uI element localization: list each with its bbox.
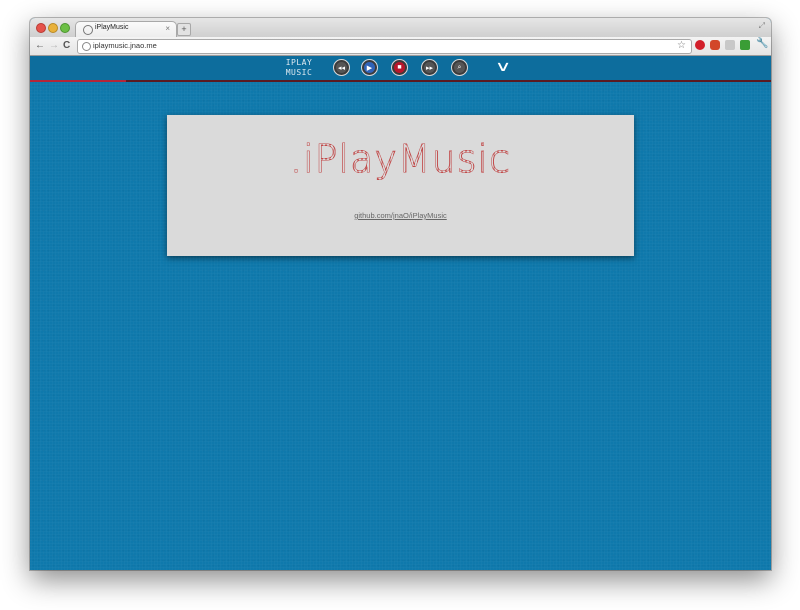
extension-icon[interactable] [725,40,735,50]
page-content: IPLAY MUSIC ◂◂ ▶ ■ ▸▸ ⌕ ∨ .iPlayMusic .i… [30,56,771,570]
close-window-button[interactable] [36,23,46,33]
play-icon: ▶ [366,64,373,72]
browser-window: iPlayMusic × + ⤢ ← → C iplaymusic.jnao.m… [30,18,771,570]
extension-icon[interactable] [740,40,750,50]
brand-line: IPLAY [285,58,313,67]
bookmark-star-icon[interactable]: ☆ [677,40,686,52]
previous-button[interactable]: ◂◂ [333,59,350,76]
stop-button[interactable]: ■ [391,59,408,76]
search-icon: ⌕ [457,63,462,71]
next-button[interactable]: ▸▸ [421,59,438,76]
tab-strip: iPlayMusic × + ⤢ [30,18,771,38]
fast-forward-icon: ▸▸ [425,64,434,72]
page-icon [82,42,91,51]
minimize-window-button[interactable] [48,23,58,33]
new-tab-button[interactable]: + [177,23,191,36]
forward-button[interactable]: → [49,39,59,53]
chevron-down-icon[interactable]: ∨ [495,57,511,75]
app-logo: .iPlayMusic [289,137,511,182]
back-button[interactable]: ← [35,39,45,53]
search-button[interactable]: ⌕ [451,59,468,76]
wrench-icon[interactable]: 🔧 [756,38,768,49]
globe-icon [83,25,93,35]
playback-progress[interactable] [30,80,127,82]
reload-button[interactable]: C [63,39,70,53]
play-button[interactable]: ▶ [361,59,378,76]
player-bar: IPLAY MUSIC ◂◂ ▶ ■ ▸▸ ⌕ ∨ [30,56,771,82]
player-brand: IPLAY MUSIC [284,58,314,78]
browser-toolbar: ← → C iplaymusic.jnao.me ☆ 🔧 [30,37,771,56]
fullscreen-icon[interactable]: ⤢ [759,21,765,31]
info-card: .iPlayMusic .iPlayMusic github.com/jnaO/… [167,115,634,256]
tab-close-icon[interactable]: × [165,23,170,35]
zoom-window-button[interactable] [60,23,70,33]
stop-icon: ■ [397,64,402,71]
extension-icon[interactable] [710,40,720,50]
github-link[interactable]: github.com/jnaO/iPlayMusic [167,211,634,220]
browser-tab[interactable]: iPlayMusic × [75,21,177,38]
brand-line: MUSIC [285,68,313,77]
tab-title: iPlayMusic [95,24,129,31]
url-text[interactable]: iplaymusic.jnao.me [93,41,157,50]
extension-icon[interactable] [695,40,705,50]
address-bar[interactable]: iplaymusic.jnao.me ☆ [77,39,692,54]
rewind-icon: ◂◂ [337,64,346,72]
